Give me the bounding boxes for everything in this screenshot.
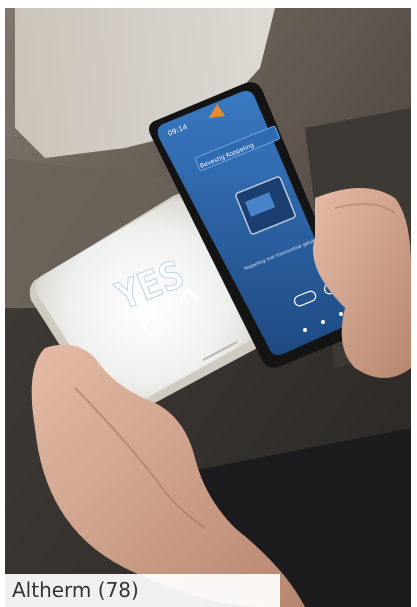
nav-recent-icon[interactable] xyxy=(339,312,343,316)
nav-home-icon[interactable] xyxy=(321,320,325,324)
photo-frame: YES 09:14 Bevestig Koppeling Koppeling m… xyxy=(0,0,417,607)
nav-back-icon[interactable] xyxy=(303,328,307,332)
photo-caption: Altherm (78) xyxy=(5,574,280,607)
thermostat-pairing-photo: YES 09:14 Bevestig Koppeling Koppeling m… xyxy=(5,8,411,607)
photo-illustration: YES 09:14 Bevestig Koppeling Koppeling m… xyxy=(5,8,411,607)
